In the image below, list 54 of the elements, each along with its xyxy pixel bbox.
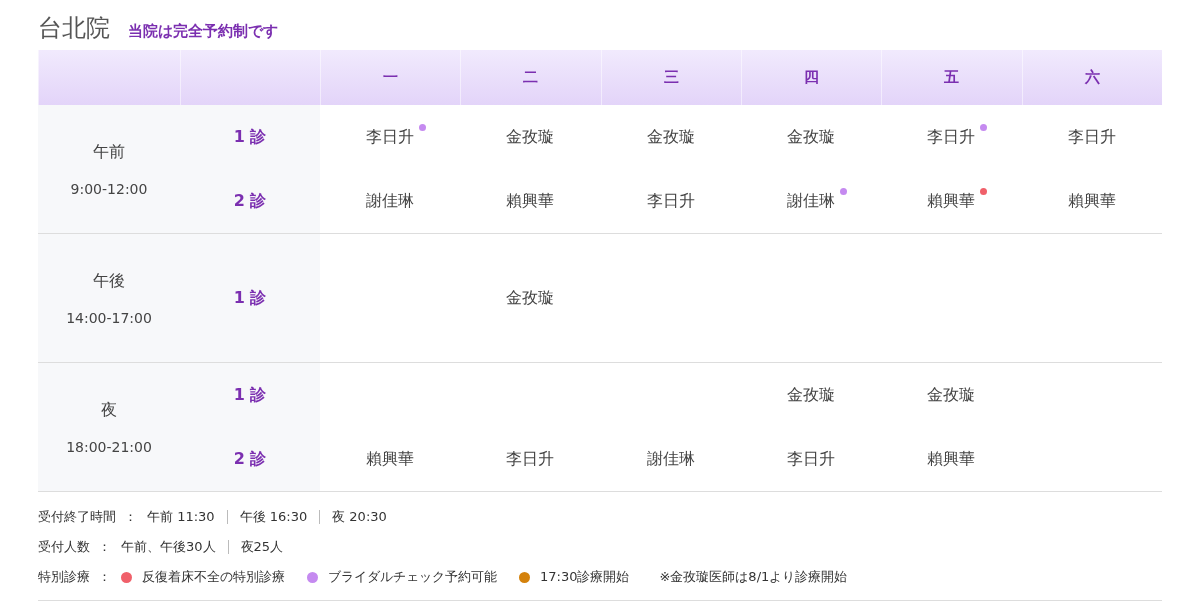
note-label: 特別診療 (38, 568, 90, 586)
doctor-name: 李日升 (927, 126, 976, 148)
note-value: 夜25人 (227, 540, 296, 554)
doctor-name: 金孜璇 (927, 384, 976, 406)
note-value: 午後 16:30 (226, 510, 320, 524)
doctor-name: 金孜璇 (646, 126, 695, 148)
colon: ： (98, 568, 111, 586)
note-text: ※金孜璇医師は8/1より診療開始 (659, 568, 848, 586)
doctor-name: 賴興華 (506, 190, 555, 212)
doctor-name: 謝佳琳 (366, 190, 415, 212)
period-hours: 14:00-17:00 (66, 309, 152, 326)
reservation-notice: 当院は完全予約制です (128, 22, 278, 41)
doctor-name: 金孜璇 (787, 384, 836, 406)
legend-text: 17:30診療開始 (540, 568, 630, 586)
doctor-name: 李日升 (506, 448, 555, 470)
colon: ： (98, 538, 111, 556)
period-hours: 9:00-12:00 (70, 180, 148, 197)
weekday-header: 六 (1084, 68, 1100, 87)
doctor-name: 賴興華 (1067, 190, 1116, 212)
doctor-name: 謝佳琳 (787, 190, 836, 212)
room-label: 1 診 (233, 384, 267, 406)
legend-text: ブライダルチェック予約可能 (328, 568, 497, 586)
room-label: 2 診 (233, 448, 267, 470)
weekday-header: 四 (804, 68, 820, 87)
weekday-header: 三 (663, 68, 679, 87)
room-label: 2 診 (233, 190, 267, 212)
doctor-name: 李日升 (646, 190, 695, 212)
period-name: 午後 (93, 270, 125, 292)
note-label: 受付終了時間 (38, 508, 116, 526)
doctor-name: 賴興華 (366, 448, 415, 470)
doctor-name: 金孜璇 (506, 126, 555, 148)
doctor-name: 金孜璇 (506, 287, 555, 309)
room-label: 1 診 (233, 126, 267, 148)
doctor-name: 李日升 (366, 126, 415, 148)
doctor-name: 謝佳琳 (646, 448, 695, 470)
weekday-header: 二 (523, 68, 539, 87)
note-value: 夜 20:30 (319, 510, 399, 524)
doctor-name: 李日升 (787, 448, 836, 470)
note-label: 受付人数 (38, 538, 90, 556)
period-name: 午前 (93, 141, 125, 163)
doctor-name: 賴興華 (927, 448, 976, 470)
room-label: 1 診 (233, 287, 267, 309)
clinic-title: 台北院 (38, 13, 110, 44)
note-value: 午前、午後30人 (121, 540, 217, 554)
weekday-header: 五 (944, 68, 960, 87)
period-hours: 18:00-21:00 (66, 438, 152, 455)
colon: ： (124, 508, 137, 526)
weekday-header: 一 (383, 68, 399, 87)
doctor-name: 金孜璇 (787, 126, 836, 148)
legend-text: 反復着床不全の特別診療 (142, 568, 285, 586)
doctor-name: 李日升 (1067, 126, 1116, 148)
period-name: 夜 (101, 399, 117, 421)
note-value: 午前 11:30 (147, 510, 216, 524)
doctor-name: 賴興華 (927, 190, 976, 212)
